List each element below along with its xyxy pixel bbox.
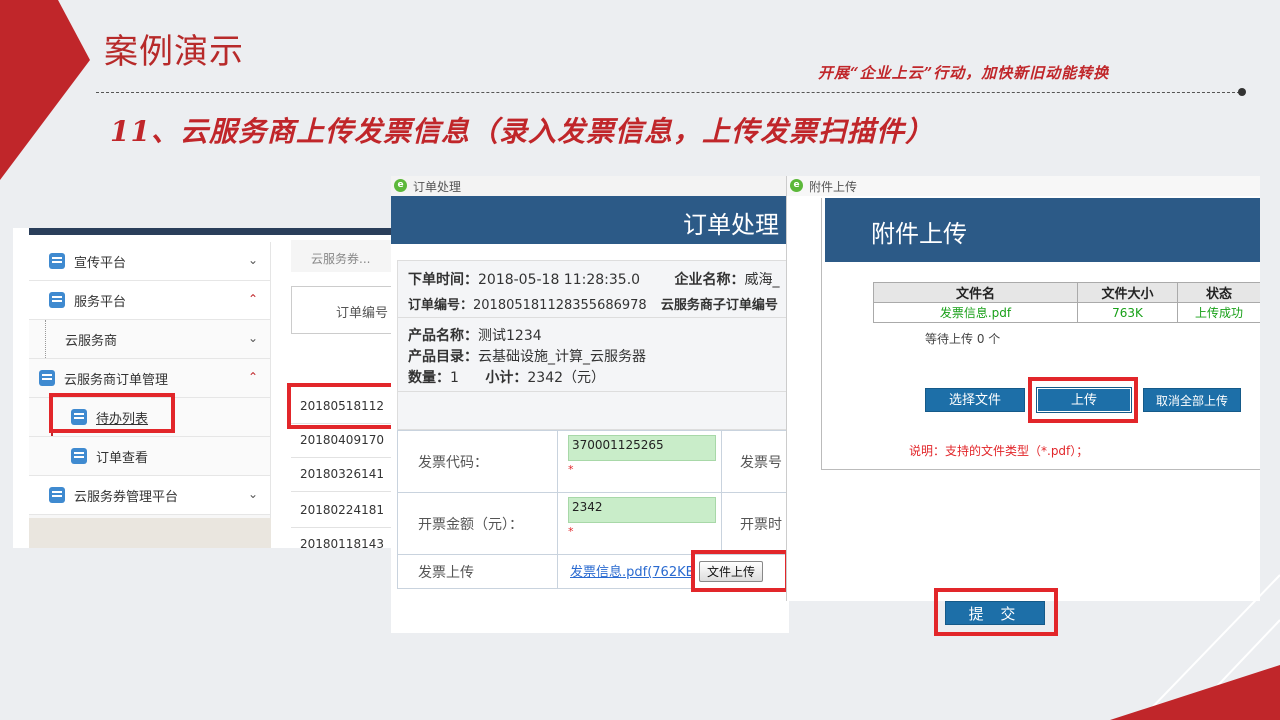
qty-line: 数量：1 小计：2342（元） — [408, 367, 605, 387]
sidebar-item-label: 订单查看 — [96, 450, 149, 466]
sidebar-item-label: 宣传平台 — [74, 255, 127, 271]
sidebar-footer — [29, 518, 271, 548]
breadcrumb[interactable]: 云服务券... — [291, 240, 391, 272]
invoice-time-label: 开票时 — [721, 492, 789, 555]
order-row[interactable]: 20180118143 — [291, 526, 391, 548]
product-cat-label: 产品目录： — [408, 349, 478, 365]
order-row[interactable]: 20180224181 — [291, 492, 391, 528]
invoice-code-input[interactable]: 370001125265 — [568, 435, 716, 461]
chevron-down-icon: ⌄ — [247, 253, 258, 267]
sub-order-label: 云服务商子订单编号 — [660, 298, 778, 313]
sidebar-item-order-view[interactable]: 订单查看 — [29, 437, 270, 476]
invoice-code-cell: 370001125265 * — [557, 430, 722, 493]
browser-icon: e — [790, 179, 803, 192]
sidebar-item-label: 云服务商 — [65, 333, 118, 349]
corner-decoration — [0, 0, 90, 180]
order-no-label: 订单编号： — [408, 298, 474, 313]
chevron-down-icon: ⌄ — [247, 331, 258, 345]
upload-label: 发票上传 — [397, 554, 558, 589]
doc-icon — [71, 448, 87, 464]
sidebar-item-publicity[interactable]: 宣传平台 ⌄ — [29, 242, 270, 281]
select-file-button[interactable]: 选择文件 — [925, 388, 1025, 412]
order-row[interactable]: 20180326141 — [291, 456, 391, 492]
window-title: 订单处理 — [413, 180, 462, 194]
invoice-no-label: 发票号 — [721, 430, 789, 493]
col-status: 状态 — [1177, 282, 1260, 303]
separator — [398, 391, 789, 392]
doc-icon — [49, 487, 65, 503]
amount-input[interactable]: 2342 — [568, 497, 716, 523]
window-title: 附件上传 — [809, 180, 858, 194]
product-cat: 云基础设施_计算_云服务器 — [478, 349, 646, 365]
doc-icon — [49, 292, 65, 308]
cancel-all-button[interactable]: 取消全部上传 — [1143, 388, 1241, 412]
slide-title: 案例演示 — [104, 32, 244, 72]
highlight-todo-list — [49, 393, 175, 433]
col-filename: 文件名 — [873, 282, 1078, 303]
sidebar-item-cloud-provider[interactable]: 云服务商 ⌄ — [29, 320, 270, 359]
attach-window: e 附件上传 附件上传 文件名 文件大小 状态 发票信息.pdf 763K 上传… — [786, 176, 1260, 601]
order-time-label: 下单时间： — [408, 272, 478, 288]
required-mark: * — [568, 463, 574, 476]
slide-subtitle: 11、云服务商上传发票信息（录入发票信息，上传发票扫描件） — [110, 115, 934, 148]
divider — [96, 92, 1240, 93]
order-no-line: 订单编号：201805181128355686978 云服务商子订单编号 — [408, 294, 778, 313]
amount-label: 开票金额（元）： — [397, 492, 558, 555]
waiting-count: 等待上传 0 个 — [925, 332, 1001, 346]
attach-banner: 附件上传 — [825, 198, 1260, 262]
file-name: 发票信息.pdf — [873, 302, 1078, 323]
slide-slogan: 开展“企业上云”行动，加快新旧动能转换 — [818, 64, 1110, 82]
invoice-file-link[interactable]: 发票信息.pdf(762KB — [570, 565, 695, 580]
col-filesize: 文件大小 — [1077, 282, 1178, 303]
amount-cell: 2342 * — [557, 492, 722, 555]
file-status: 上传成功 — [1177, 302, 1260, 323]
order-info-panel: 下单时间：2018-05-18 11:28:35.0 企业名称：威海_ 订单编号… — [397, 260, 789, 430]
sidebar-item-label: 服务平台 — [74, 294, 127, 310]
sidebar-item-label: 云服务商订单管理 — [64, 372, 169, 388]
product-name-label: 产品名称： — [408, 328, 478, 344]
order-no: 201805181128355686978 — [473, 298, 647, 313]
order-time: 2018-05-18 11:28:35.0 — [478, 272, 641, 288]
qty: 1 — [450, 370, 459, 386]
highlight-order-row — [287, 383, 395, 429]
product-name: 测试1234 — [478, 328, 542, 344]
upload-table: 文件名 文件大小 状态 发票信息.pdf 763K 上传成功 — [873, 282, 1260, 323]
sidebar-item-service[interactable]: 服务平台 ⌃ — [29, 281, 270, 320]
attach-window-titlebar: e 附件上传 — [787, 176, 1260, 196]
separator — [398, 317, 789, 318]
chevron-up-icon: ⌃ — [247, 292, 258, 306]
file-type-note: 说明：支持的文件类型（*.pdf）； — [909, 444, 1089, 458]
order-window-titlebar: e 订单处理 — [391, 176, 789, 196]
file-size: 763K — [1077, 302, 1178, 323]
order-time-line: 下单时间：2018-05-18 11:28:35.0 企业名称：威海_ — [408, 269, 780, 289]
sidebar-item-voucher-mgmt[interactable]: 云服务券管理平台 ⌄ — [29, 476, 270, 515]
chevron-down-icon: ⌄ — [247, 487, 258, 501]
subtotal: 2342（元） — [527, 370, 606, 386]
product-cat-line: 产品目录：云基础设施_计算_云服务器 — [408, 346, 646, 366]
company-name: 威海_ — [744, 272, 780, 288]
doc-icon — [39, 370, 55, 386]
subtotal-label: 小计： — [485, 370, 528, 386]
company-label: 企业名称： — [674, 272, 745, 288]
top-bar — [29, 228, 391, 235]
order-list-header: 订单编号 — [291, 286, 391, 334]
highlight-file-upload — [691, 550, 789, 592]
chevron-up-icon: ⌃ — [247, 370, 258, 384]
tree-line — [45, 320, 46, 358]
invoice-code-label: 发票代码： — [397, 430, 558, 493]
order-banner: 订单处理 — [391, 196, 789, 244]
qty-label: 数量： — [408, 370, 450, 386]
browser-icon: e — [394, 179, 407, 192]
divider-dot — [1238, 88, 1246, 96]
highlight-upload-button — [1028, 377, 1138, 423]
doc-icon — [49, 253, 65, 269]
sidebar-item-label: 云服务券管理平台 — [74, 489, 179, 505]
highlight-submit-button — [934, 588, 1058, 636]
product-name-line: 产品名称：测试1234 — [408, 325, 542, 345]
required-mark: * — [568, 525, 574, 538]
